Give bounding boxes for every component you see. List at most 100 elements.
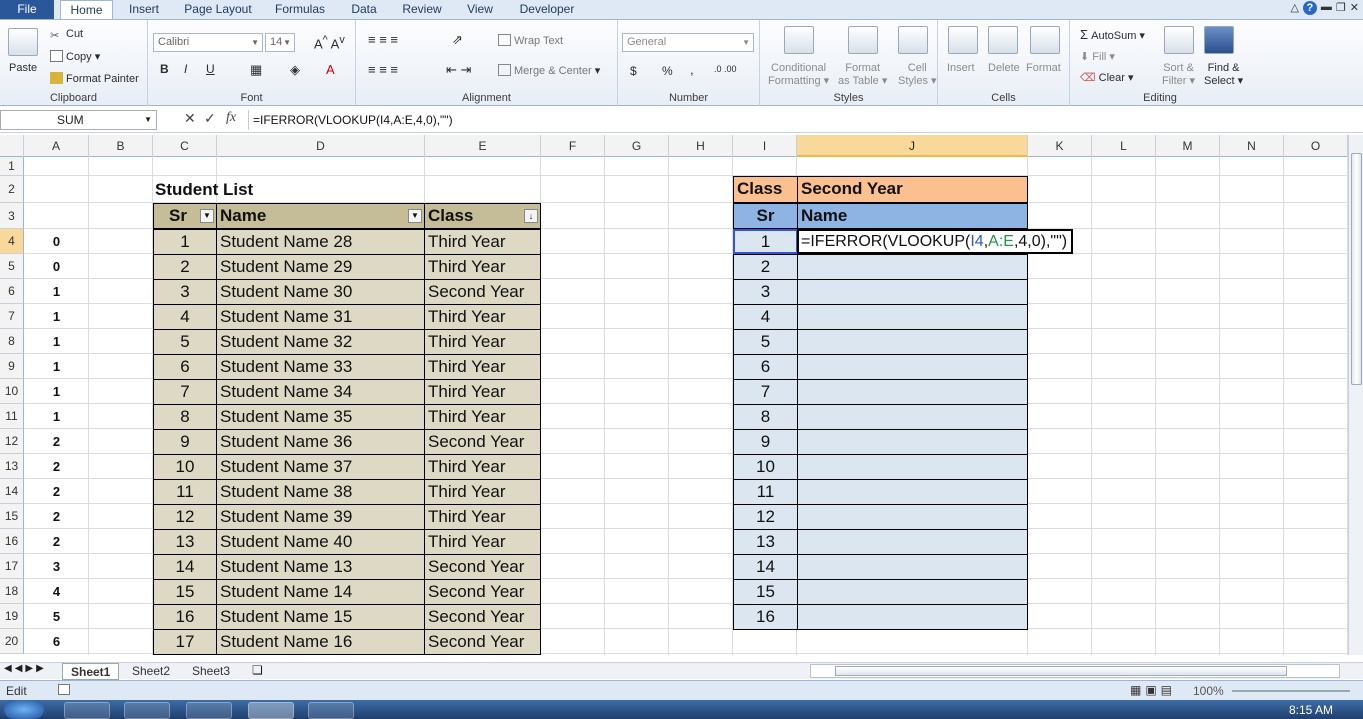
student-class-cell[interactable]: Second Year bbox=[424, 629, 541, 655]
result-name-cell[interactable] bbox=[797, 529, 1028, 555]
macro-record-icon[interactable] bbox=[58, 684, 70, 695]
cut-button[interactable]: ✂ Cut bbox=[50, 28, 83, 42]
zoom-level[interactable]: 100% bbox=[1193, 684, 1224, 698]
media-icon[interactable] bbox=[124, 702, 170, 719]
result-sr-cell[interactable]: 3 bbox=[733, 279, 798, 305]
conditional-formatting-icon[interactable] bbox=[784, 26, 814, 54]
helper-cell-a[interactable]: 6 bbox=[24, 629, 89, 654]
tab-review[interactable]: Review bbox=[396, 0, 448, 19]
insert-cells-icon[interactable] bbox=[948, 26, 978, 54]
insert-button[interactable]: Insert bbox=[947, 62, 975, 74]
student-sr-cell[interactable]: 7 bbox=[153, 379, 217, 405]
student-sr-cell[interactable]: 2 bbox=[153, 254, 217, 280]
col-header-e[interactable]: E bbox=[425, 135, 541, 157]
comma-button[interactable]: , bbox=[690, 62, 694, 77]
align-left-icon[interactable]: ≡ ≡ ≡ bbox=[368, 62, 398, 77]
student-sr-cell[interactable]: 14 bbox=[153, 554, 217, 580]
format-as-table-button[interactable]: Format as Table ▾ bbox=[838, 62, 887, 87]
student-name-cell[interactable]: Student Name 16 bbox=[216, 629, 425, 655]
result-sr-cell[interactable]: 8 bbox=[733, 404, 798, 430]
col-header-l[interactable]: L bbox=[1092, 135, 1156, 157]
align-top-icon[interactable]: ≡ ≡ ≡ bbox=[368, 32, 398, 47]
tab-view[interactable]: View bbox=[460, 0, 500, 19]
col-header-m[interactable]: M bbox=[1156, 135, 1220, 157]
fill-button[interactable]: ⬇ Fill ▾ bbox=[1080, 50, 1115, 63]
indent-icon[interactable]: ⇤ ⇥ bbox=[446, 62, 471, 78]
student-sr-cell[interactable]: 11 bbox=[153, 479, 217, 505]
row-header-14[interactable]: 14 bbox=[0, 479, 24, 504]
helper-cell-a[interactable]: 2 bbox=[24, 429, 89, 454]
result-name-cell[interactable] bbox=[797, 379, 1028, 405]
cancel-icon[interactable]: ✕ bbox=[184, 110, 196, 127]
name-box[interactable]: SUM ▼ bbox=[0, 110, 157, 130]
helper-cell-a[interactable]: 1 bbox=[24, 379, 89, 404]
student-name-cell[interactable]: Student Name 33 bbox=[216, 354, 425, 380]
helper-cell-a[interactable]: 0 bbox=[24, 229, 89, 254]
filter-dropdown-icon[interactable]: ▼ bbox=[200, 209, 214, 223]
result-name-cell[interactable] bbox=[797, 254, 1028, 280]
tab-developer[interactable]: Developer bbox=[512, 0, 582, 19]
bold-icon[interactable]: B bbox=[160, 62, 169, 76]
student-class-cell[interactable]: Third Year bbox=[424, 529, 541, 555]
copy-button[interactable]: Copy ▾ bbox=[50, 50, 100, 63]
result-sr-cell[interactable]: 14 bbox=[733, 554, 798, 580]
result-sr-cell[interactable]: 13 bbox=[733, 529, 798, 555]
tab-file[interactable]: File bbox=[0, 0, 54, 19]
student-sr-cell[interactable]: 17 bbox=[153, 629, 217, 655]
student-name-cell[interactable]: Student Name 31 bbox=[216, 304, 425, 330]
formula-input[interactable]: =IFERROR(VLOOKUP(I4,A:E,4,0),"") bbox=[248, 110, 1348, 130]
student-name-cell[interactable]: Student Name 28 bbox=[216, 229, 425, 255]
student-class-cell[interactable]: Second Year bbox=[424, 604, 541, 630]
font-size-combo[interactable]: 14 ▼ bbox=[265, 33, 295, 52]
sheet-tab-1[interactable]: Sheet1 bbox=[62, 663, 120, 680]
result-name-cell[interactable] bbox=[797, 304, 1028, 330]
font-name-combo[interactable]: Calibri ▼ bbox=[153, 33, 263, 52]
row-header-8[interactable]: 8 bbox=[0, 329, 24, 354]
header-name[interactable]: Name ▼ bbox=[216, 203, 425, 229]
result-sr-cell[interactable]: 10 bbox=[733, 454, 798, 480]
row-header-1[interactable]: 1 bbox=[0, 157, 24, 176]
col-header-b[interactable]: B bbox=[89, 135, 153, 157]
result-sr-cell[interactable]: 15 bbox=[733, 579, 798, 605]
paint-icon[interactable] bbox=[308, 702, 354, 719]
delete-cells-icon[interactable] bbox=[988, 26, 1018, 54]
paste-button[interactable]: Paste bbox=[9, 62, 37, 74]
row-header-16[interactable]: 16 bbox=[0, 529, 24, 554]
font-color-icon[interactable]: A bbox=[326, 62, 335, 77]
row-header-6[interactable]: 6 bbox=[0, 279, 24, 304]
helper-cell-a[interactable]: 5 bbox=[24, 604, 89, 629]
sheet-tab-3[interactable]: Sheet3 bbox=[184, 663, 238, 680]
orientation-icon[interactable]: ⇗ bbox=[452, 32, 463, 48]
student-sr-cell[interactable]: 12 bbox=[153, 504, 217, 530]
result-sr-cell[interactable]: 2 bbox=[733, 254, 798, 280]
col-header-k[interactable]: K bbox=[1028, 135, 1092, 157]
student-name-cell[interactable]: Student Name 29 bbox=[216, 254, 425, 280]
row-header-11[interactable]: 11 bbox=[0, 404, 24, 429]
helper-cell-a[interactable]: 2 bbox=[24, 504, 89, 529]
student-name-cell[interactable]: Student Name 13 bbox=[216, 554, 425, 580]
student-sr-cell[interactable]: 5 bbox=[153, 329, 217, 355]
student-sr-cell[interactable]: 13 bbox=[153, 529, 217, 555]
result-name-cell[interactable] bbox=[797, 354, 1028, 380]
worksheet-grid[interactable]: Student List Sr ▼ Name ▼ Class ↓ 1 Student N… bbox=[24, 157, 1348, 655]
result-name-cell[interactable] bbox=[797, 329, 1028, 355]
col-header-o[interactable]: O bbox=[1284, 135, 1348, 157]
sheet-nav-icon[interactable]: ◀◀▶▶ bbox=[4, 663, 47, 674]
student-name-cell[interactable]: Student Name 32 bbox=[216, 329, 425, 355]
explorer-icon[interactable] bbox=[186, 702, 232, 719]
clear-button[interactable]: ⌫ Clear ▾ bbox=[1080, 71, 1134, 84]
helper-cell-a[interactable]: 0 bbox=[24, 254, 89, 279]
sheet-tab-2[interactable]: Sheet2 bbox=[124, 663, 178, 680]
merge-center-button[interactable]: Merge & Center ▾ bbox=[498, 64, 600, 77]
student-class-cell[interactable]: Third Year bbox=[424, 404, 541, 430]
help-icon[interactable]: ? bbox=[1302, 1, 1317, 15]
row-header-2[interactable]: 2 bbox=[0, 176, 24, 203]
result-name-cell[interactable] bbox=[797, 504, 1028, 530]
col-header-j[interactable]: J bbox=[797, 135, 1028, 157]
row-header-20[interactable]: 20 bbox=[0, 629, 24, 654]
row-header-17[interactable]: 17 bbox=[0, 554, 24, 579]
col-header-i[interactable]: I bbox=[733, 135, 797, 157]
minimize-icon[interactable]: ▬ bbox=[1321, 1, 1332, 17]
find-select-button[interactable]: Find & Select ▾ bbox=[1204, 62, 1243, 87]
col-header-d[interactable]: D bbox=[217, 135, 425, 157]
